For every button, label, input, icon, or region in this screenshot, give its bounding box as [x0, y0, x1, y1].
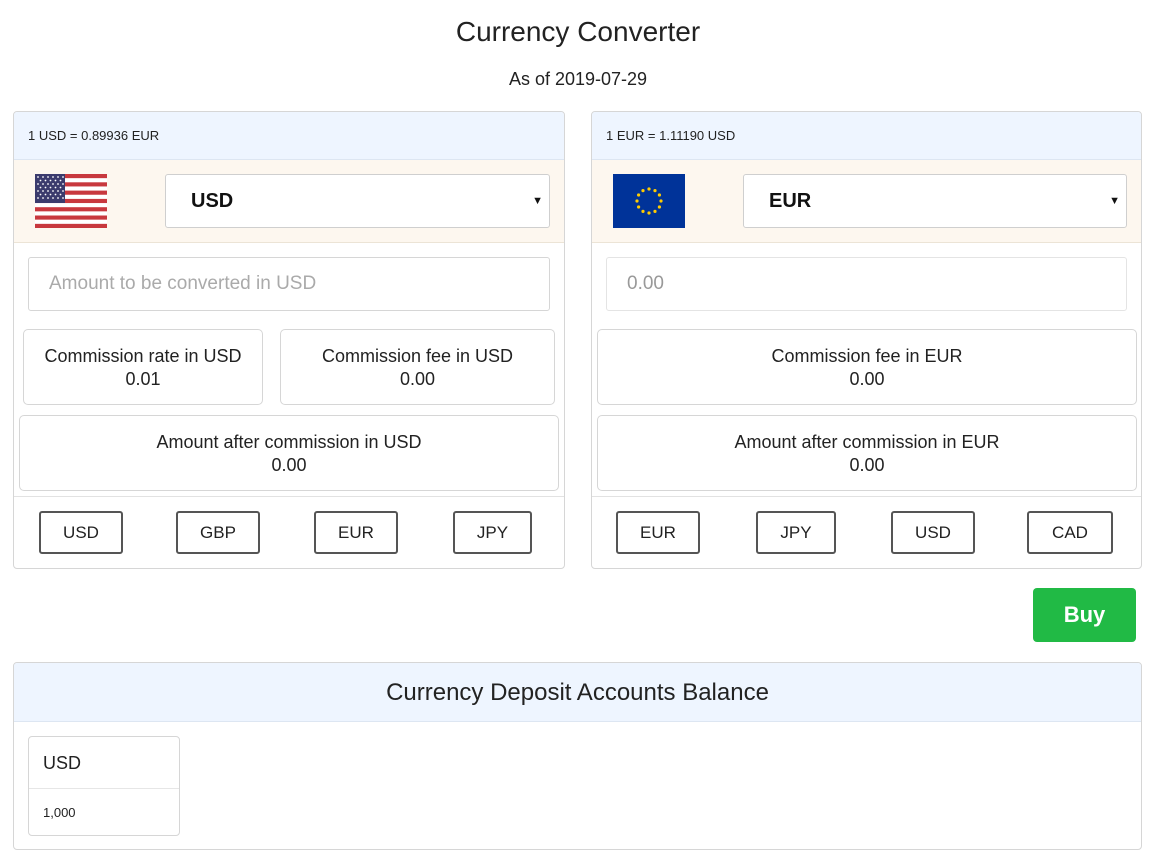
commission-rate-label: Commission rate in USD — [44, 346, 242, 366]
divider — [592, 496, 1141, 497]
commission-rate-value: 0.01 — [125, 369, 161, 389]
source-rate-text: 1 USD = 0.89936 EUR — [14, 112, 564, 160]
amount-after-commission-box: Amount after commission in USD 0.00 — [19, 415, 559, 491]
divider — [29, 788, 179, 789]
target-currency-value: EUR — [769, 190, 812, 212]
chevron-down-icon: ▼ — [532, 195, 543, 207]
eu-flag-icon — [613, 174, 685, 228]
account-card: USD 1,000 — [28, 736, 180, 836]
quick-currency-button[interactable]: JPY — [453, 511, 532, 554]
buy-button[interactable]: Buy — [1033, 588, 1136, 642]
quick-currency-button[interactable]: EUR — [314, 511, 398, 554]
amount-after-commission-value: 0.00 — [271, 455, 307, 475]
page-title: Currency Converter — [455, 16, 701, 47]
quick-currency-button[interactable]: USD — [39, 511, 123, 554]
target-amount-after-commission-label: Amount after commission in EUR — [734, 432, 1000, 452]
target-commission-fee-value: 0.00 — [849, 369, 885, 389]
amount-after-commission-label: Amount after commission in USD — [156, 432, 422, 452]
quick-currency-button[interactable]: CAD — [1027, 511, 1113, 554]
divider — [14, 496, 564, 497]
target-amount-after-commission-value: 0.00 — [849, 455, 885, 475]
target-currency-panel: 1 EUR = 1.11190 USD EUR ▼ 0.00 Commissio… — [591, 111, 1142, 569]
quick-currency-button[interactable]: EUR — [616, 511, 700, 554]
commission-fee-value: 0.00 — [399, 369, 436, 389]
commission-fee-label: Commission fee in USD — [321, 346, 514, 366]
quick-currency-button[interactable]: GBP — [176, 511, 260, 554]
target-currency-select[interactable]: EUR ▼ — [743, 174, 1127, 228]
commission-rate-box: Commission rate in USD 0.01 — [23, 329, 263, 405]
account-currency: USD — [43, 753, 82, 773]
source-currency-value: USD — [191, 190, 234, 212]
target-commission-fee-box: Commission fee in EUR 0.00 — [597, 329, 1137, 405]
source-amount-input[interactable]: Amount to be converted in USD — [28, 257, 550, 311]
quick-currency-button[interactable]: JPY — [756, 511, 836, 554]
account-balance: 1,000 — [43, 805, 76, 820]
source-currency-select[interactable]: USD ▼ — [165, 174, 550, 228]
quick-currency-button[interactable]: USD — [891, 511, 975, 554]
us-flag-icon — [35, 174, 107, 228]
target-amount-after-commission-box: Amount after commission in EUR 0.00 — [597, 415, 1137, 491]
target-rate-text: 1 EUR = 1.11190 USD — [592, 112, 1141, 160]
source-select-bar: USD ▼ — [14, 160, 564, 243]
target-commission-fee-label: Commission fee in EUR — [771, 346, 963, 366]
as-of-date: As of 2019-07-29 — [508, 69, 648, 89]
deposit-accounts-title: Currency Deposit Accounts Balance — [14, 663, 1141, 722]
target-amount-field: 0.00 — [606, 257, 1127, 311]
deposit-accounts-panel: Currency Deposit Accounts Balance USD 1,… — [13, 662, 1142, 850]
commission-fee-box: Commission fee in USD 0.00 — [280, 329, 555, 405]
source-currency-panel: 1 USD = 0.89936 EUR USD ▼ Amount to be c… — [13, 111, 565, 569]
chevron-down-icon: ▼ — [1109, 195, 1120, 207]
target-select-bar: EUR ▼ — [592, 160, 1141, 243]
